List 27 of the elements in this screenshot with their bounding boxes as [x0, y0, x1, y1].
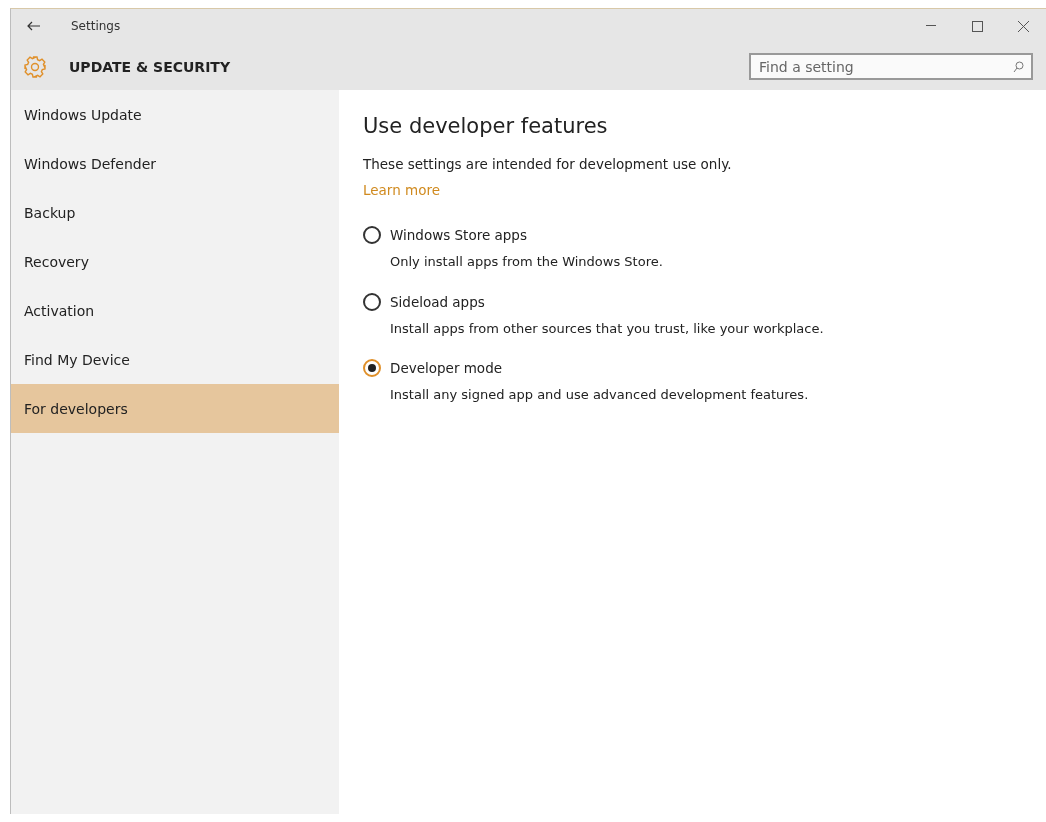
- search-field[interactable]: Find a setting: [749, 53, 1033, 80]
- sidebar-item[interactable]: Windows Defender: [11, 139, 339, 188]
- close-icon: [1017, 20, 1029, 32]
- radio-button[interactable]: [363, 359, 381, 378]
- sidebar-item[interactable]: Activation: [11, 286, 339, 335]
- maximize-icon: [971, 20, 983, 32]
- option-label: Windows Store apps: [390, 227, 527, 243]
- description-text: These settings are intended for development use only.: [363, 156, 733, 172]
- minimize-icon: [926, 25, 936, 27]
- option-description: Only install apps from the Windows Store.: [390, 253, 664, 271]
- sidebar-item[interactable]: Windows Update: [11, 90, 339, 139]
- option-description: Install any signed app and use advanced development features.: [390, 386, 810, 404]
- gear-icon: [23, 54, 47, 79]
- sidebar-item[interactable]: For developers: [11, 384, 339, 433]
- sidebar-item[interactable]: Backup: [11, 188, 339, 237]
- window-title: Settings: [71, 19, 122, 33]
- back-arrow-icon: [27, 21, 41, 31]
- option-label: Developer mode: [390, 360, 502, 377]
- option-label: Sideload apps: [390, 293, 485, 310]
- sidebar-item[interactable]: Recovery: [11, 237, 339, 286]
- page-title: UPDATE & SECURITY: [69, 58, 232, 75]
- sidebar-item[interactable]: Find My Device: [11, 335, 339, 384]
- option-description: Install apps from other sources that you trust, like your workplace.: [390, 319, 825, 338]
- radio-button[interactable]: [363, 292, 381, 311]
- radio-button[interactable]: [363, 226, 381, 244]
- section-heading: Use developer features: [363, 114, 609, 138]
- search-icon: [1013, 61, 1024, 73]
